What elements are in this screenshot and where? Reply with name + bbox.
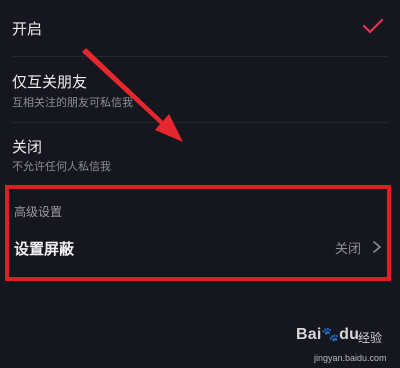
option-mutual-friends-subtitle: 互相关注的朋友可私信我 — [12, 96, 133, 109]
highlight-box-annotation — [5, 185, 391, 281]
option-open-title: 开启 — [12, 20, 43, 38]
option-closed[interactable]: 关闭 不允许任何人私信我 — [0, 123, 400, 183]
baidu-logo: Bai🐾du — [296, 326, 360, 343]
privacy-message-settings-screen: 开启 仅互关朋友 互相关注的朋友可私信我 关闭 不允许任何人私信我 高级设置 设… — [0, 0, 400, 368]
option-mutual-friends[interactable]: 仅互关朋友 互相关注的朋友可私信我 — [0, 57, 400, 121]
paw-icon: 🐾 — [321, 326, 340, 342]
checkmark-icon — [362, 18, 384, 34]
watermark-url: jingyan.baidu.com — [314, 353, 387, 363]
jingyan-label: 经验 — [358, 331, 383, 345]
option-closed-subtitle: 不允许任何人私信我 — [12, 160, 111, 173]
baidu-jingyan-watermark: Bai🐾du 经验 jingyan.baidu.com — [296, 326, 400, 368]
option-closed-title: 关闭 — [12, 138, 43, 156]
option-open[interactable]: 开启 — [0, 0, 400, 56]
option-mutual-friends-title: 仅互关朋友 — [12, 73, 88, 91]
